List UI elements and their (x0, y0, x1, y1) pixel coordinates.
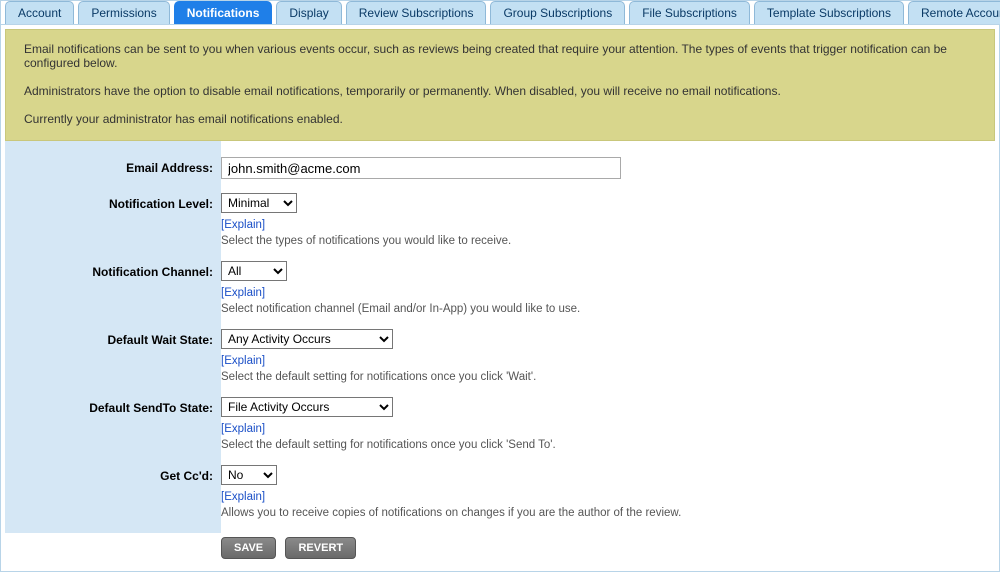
settings-form: Email Address: Notification Level: Minim… (5, 141, 995, 563)
hint-get-ccd: Allows you to receive copies of notifica… (221, 507, 995, 519)
label-notification-level: Notification Level: (5, 193, 221, 261)
notice-line-3: Currently your administrator has email n… (24, 112, 976, 126)
notice-line-2: Administrators have the option to disabl… (24, 84, 976, 98)
tab-bar: Account Permissions Notifications Displa… (1, 1, 999, 24)
settings-page: Account Permissions Notifications Displa… (0, 0, 1000, 572)
tab-content: Email notifications can be sent to you w… (1, 24, 999, 571)
explain-link-default-sendto-state[interactable]: [Explain] (221, 423, 265, 435)
info-notice: Email notifications can be sent to you w… (5, 29, 995, 141)
label-email-address: Email Address: (5, 141, 221, 193)
default-wait-state-select[interactable]: Any Activity Occurs (221, 329, 393, 349)
hint-notification-level: Select the types of notifications you wo… (221, 235, 995, 247)
notification-level-select[interactable]: Minimal (221, 193, 297, 213)
hint-notification-channel: Select notification channel (Email and/o… (221, 303, 995, 315)
tab-permissions[interactable]: Permissions (78, 1, 169, 24)
notification-channel-select[interactable]: All (221, 261, 287, 281)
label-get-ccd: Get Cc'd: (5, 465, 221, 533)
default-sendto-state-select[interactable]: File Activity Occurs (221, 397, 393, 417)
tab-file-subscriptions[interactable]: File Subscriptions (629, 1, 750, 24)
tab-template-subscriptions[interactable]: Template Subscriptions (754, 1, 904, 24)
tab-review-subscriptions[interactable]: Review Subscriptions (346, 1, 487, 24)
email-field[interactable] (221, 157, 621, 179)
label-default-sendto-state: Default SendTo State: (5, 397, 221, 465)
explain-link-notification-channel[interactable]: [Explain] (221, 287, 265, 299)
save-button[interactable]: SAVE (221, 537, 276, 559)
tab-group-subscriptions[interactable]: Group Subscriptions (490, 1, 625, 24)
tab-notifications[interactable]: Notifications (174, 1, 273, 24)
hint-default-sendto-state: Select the default setting for notificat… (221, 439, 995, 451)
tab-remote-accounts[interactable]: Remote Accounts (908, 1, 1000, 24)
tab-display[interactable]: Display (276, 1, 341, 24)
tab-account[interactable]: Account (5, 1, 74, 24)
notice-line-1: Email notifications can be sent to you w… (24, 42, 976, 70)
explain-link-get-ccd[interactable]: [Explain] (221, 491, 265, 503)
explain-link-default-wait-state[interactable]: [Explain] (221, 355, 265, 367)
explain-link-notification-level[interactable]: [Explain] (221, 219, 265, 231)
label-default-wait-state: Default Wait State: (5, 329, 221, 397)
label-notification-channel: Notification Channel: (5, 261, 221, 329)
get-ccd-select[interactable]: No (221, 465, 277, 485)
revert-button[interactable]: REVERT (285, 537, 356, 559)
hint-default-wait-state: Select the default setting for notificat… (221, 371, 995, 383)
